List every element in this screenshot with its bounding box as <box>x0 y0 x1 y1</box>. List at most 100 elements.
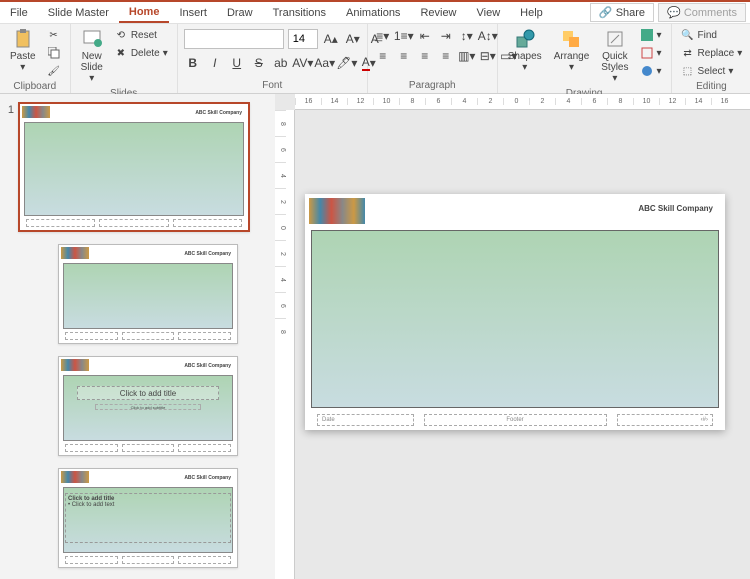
quick-styles-label: Quick Styles <box>601 51 628 73</box>
editing-group-label: Editing <box>678 79 746 94</box>
content-placeholder: Click to add title • Click to add text <box>65 493 231 543</box>
tab-file[interactable]: File <box>0 4 38 22</box>
tab-slide-master[interactable]: Slide Master <box>38 4 119 22</box>
slide-body <box>24 122 244 216</box>
tab-home[interactable]: Home <box>119 3 170 23</box>
footer-placeholder[interactable]: Footer <box>424 414 607 426</box>
delete-icon: ✖ <box>114 46 128 60</box>
justify-button[interactable]: ≡ <box>437 47 455 65</box>
find-icon: 🔍 <box>681 28 695 42</box>
columns-button[interactable]: ▥▾ <box>458 47 476 65</box>
align-center-button[interactable]: ≡ <box>395 47 413 65</box>
tab-transitions[interactable]: Transitions <box>263 4 336 22</box>
decrease-indent-button[interactable]: ⇤ <box>416 27 434 45</box>
shape-effects-button[interactable]: ▾ <box>637 63 665 79</box>
tab-view[interactable]: View <box>467 4 511 22</box>
bullets-button[interactable]: ≡▾ <box>374 27 392 45</box>
layout-thumbnail-1[interactable]: ABC Skill Company <box>58 244 238 344</box>
text-direction-icon: A↕ <box>478 29 492 43</box>
text-direction-button[interactable]: A↕▾ <box>479 27 497 45</box>
paste-label: Paste <box>10 51 36 62</box>
numbering-button[interactable]: 1≡▾ <box>395 27 413 45</box>
layout-thumbnail-3[interactable]: ABC Skill Company Click to add title • C… <box>58 468 238 568</box>
tab-review[interactable]: Review <box>410 4 466 22</box>
thumbnail-panel[interactable]: 1 ABC Skill Company ABC Skill Company AB… <box>0 94 275 579</box>
increase-indent-button[interactable]: ⇥ <box>437 27 455 45</box>
shadow-button[interactable]: ab <box>272 54 290 72</box>
replace-button[interactable]: ⇄Replace ▾ <box>678 45 746 61</box>
logo-icon <box>61 247 89 259</box>
delete-button[interactable]: ✖Delete▾ <box>111 45 171 61</box>
highlight-icon: 🖊 <box>336 56 351 70</box>
cut-button[interactable]: ✂ <box>44 27 64 43</box>
comments-button[interactable]: 💬 Comments <box>658 3 746 22</box>
company-label: ABC Skill Company <box>195 110 242 116</box>
outline-icon <box>640 46 654 60</box>
master-slide-thumbnail[interactable]: ABC Skill Company <box>18 102 250 232</box>
editor-area[interactable]: 1614121086420246810121416 864202468 ABC … <box>275 94 750 579</box>
numbering-icon: 1≡ <box>394 29 408 43</box>
group-slides: New Slide▾ ⟲Reset ✖Delete▾ Slides <box>71 24 178 93</box>
copy-button[interactable] <box>44 45 64 61</box>
group-editing: 🔍Find ⇄Replace ▾ ⬚Select ▾ Editing <box>672 24 750 93</box>
new-slide-button[interactable]: New Slide▾ <box>77 27 107 86</box>
vertical-ruler[interactable]: 864202468 <box>275 110 295 579</box>
increase-font-button[interactable]: A▴ <box>322 30 340 48</box>
reset-label: Reset <box>131 30 157 41</box>
highlight-button[interactable]: 🖊▾ <box>338 54 356 72</box>
bullets-icon: ≡ <box>376 29 383 43</box>
brush-icon: 🖌 <box>47 64 61 78</box>
slide-number-placeholder[interactable]: ‹#› <box>617 414 714 426</box>
line-spacing-button[interactable]: ↕▾ <box>458 27 476 45</box>
spacing-button[interactable]: AV▾ <box>294 54 312 72</box>
reset-button[interactable]: ⟲Reset <box>111 27 171 43</box>
tab-insert[interactable]: Insert <box>169 4 217 22</box>
delete-label: Delete <box>131 48 160 59</box>
layout-thumbnail-2[interactable]: ABC Skill Company Click to add title Cli… <box>58 356 238 456</box>
find-label: Find <box>698 30 717 41</box>
tab-animations[interactable]: Animations <box>336 4 410 22</box>
shape-outline-button[interactable]: ▾ <box>637 45 665 61</box>
logo-icon <box>61 359 89 371</box>
find-button[interactable]: 🔍Find <box>678 27 746 43</box>
align-left-button[interactable]: ≡ <box>374 47 392 65</box>
share-label: Share <box>616 7 645 19</box>
underline-button[interactable]: U <box>228 54 246 72</box>
date-placeholder[interactable]: Date <box>317 414 414 426</box>
slide-body-area[interactable] <box>311 230 719 408</box>
paste-button[interactable]: Paste▾ <box>6 27 40 75</box>
replace-icon: ⇄ <box>681 46 695 60</box>
slide-canvas[interactable]: ABC Skill Company Date Footer ‹#› <box>305 194 725 430</box>
clipboard-group-label: Clipboard <box>6 79 64 94</box>
quick-styles-icon <box>605 29 625 49</box>
group-font: A▴ A▾ A̶ B I U S ab AV▾ Aa▾ 🖊▾ A▾ Font <box>178 24 368 93</box>
paragraph-group-label: Paragraph <box>374 78 491 93</box>
quick-styles-button[interactable]: Quick Styles▾ <box>597 27 632 86</box>
shape-fill-button[interactable]: ▾ <box>637 27 665 43</box>
italic-button[interactable]: I <box>206 54 224 72</box>
font-name-input[interactable] <box>184 29 284 49</box>
select-button[interactable]: ⬚Select ▾ <box>678 63 746 79</box>
arrange-button[interactable]: Arrange▾ <box>550 27 594 75</box>
workspace: 1 ABC Skill Company ABC Skill Company AB… <box>0 94 750 579</box>
paste-icon <box>13 29 33 49</box>
tab-draw[interactable]: Draw <box>217 4 263 22</box>
share-button[interactable]: 🔗 Share <box>590 3 654 22</box>
tab-help[interactable]: Help <box>510 4 553 22</box>
case-button[interactable]: Aa▾ <box>316 54 334 72</box>
font-size-input[interactable] <box>288 29 318 49</box>
align-right-button[interactable]: ≡ <box>416 47 434 65</box>
horizontal-ruler[interactable]: 1614121086420246810121416 <box>295 94 750 110</box>
decrease-font-button[interactable]: A▾ <box>344 30 362 48</box>
logo-icon <box>309 198 365 224</box>
font-group-label: Font <box>184 78 361 93</box>
align-text-button[interactable]: ⊟▾ <box>479 47 497 65</box>
body-text: • Click to add text <box>68 502 228 508</box>
strike-button[interactable]: S <box>250 54 268 72</box>
subtitle-placeholder: Click to add subtitle <box>95 404 202 410</box>
thumb-number: 1 <box>4 102 18 116</box>
bold-button[interactable]: B <box>184 54 202 72</box>
shapes-button[interactable]: Shapes▾ <box>504 27 546 75</box>
format-painter-button[interactable]: 🖌 <box>44 63 64 79</box>
cut-icon: ✂ <box>47 28 61 42</box>
